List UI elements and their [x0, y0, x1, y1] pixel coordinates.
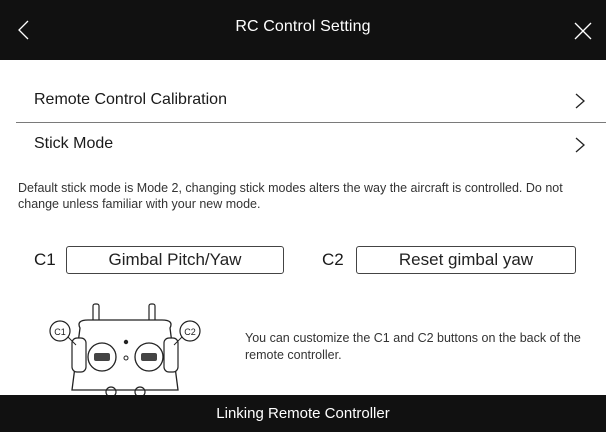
custom-buttons-note: You can customize the C1 and C2 buttons … — [245, 331, 581, 362]
close-button[interactable] — [568, 16, 598, 46]
calibration-label: Remote Control Calibration — [34, 91, 227, 108]
linking-status-bar: Linking Remote Controller — [0, 395, 606, 432]
c1-label: C1 — [34, 250, 56, 269]
c2-label: C2 — [322, 250, 344, 269]
page-title: RC Control Setting — [235, 18, 371, 35]
stick-mode-row[interactable]: Stick Mode — [16, 122, 606, 166]
chevron-right-icon — [575, 93, 585, 109]
remote-controller-illustration: C1 C2 — [49, 303, 201, 396]
top-bar: RC Control Setting — [0, 0, 606, 60]
stick-mode-label: Stick Mode — [34, 135, 114, 152]
c2-function-select[interactable]: Reset gimbal yaw — [356, 246, 576, 274]
remote-control-calibration-row[interactable]: Remote Control Calibration — [16, 78, 606, 123]
chevron-right-icon — [575, 137, 585, 153]
c2-marker: C2 — [184, 327, 196, 337]
stick-mode-description: Default stick mode is Mode 2, changing s… — [18, 181, 563, 211]
close-icon — [574, 22, 592, 40]
c1-marker: C1 — [54, 327, 66, 337]
c1-function-select[interactable]: Gimbal Pitch/Yaw — [66, 246, 284, 274]
